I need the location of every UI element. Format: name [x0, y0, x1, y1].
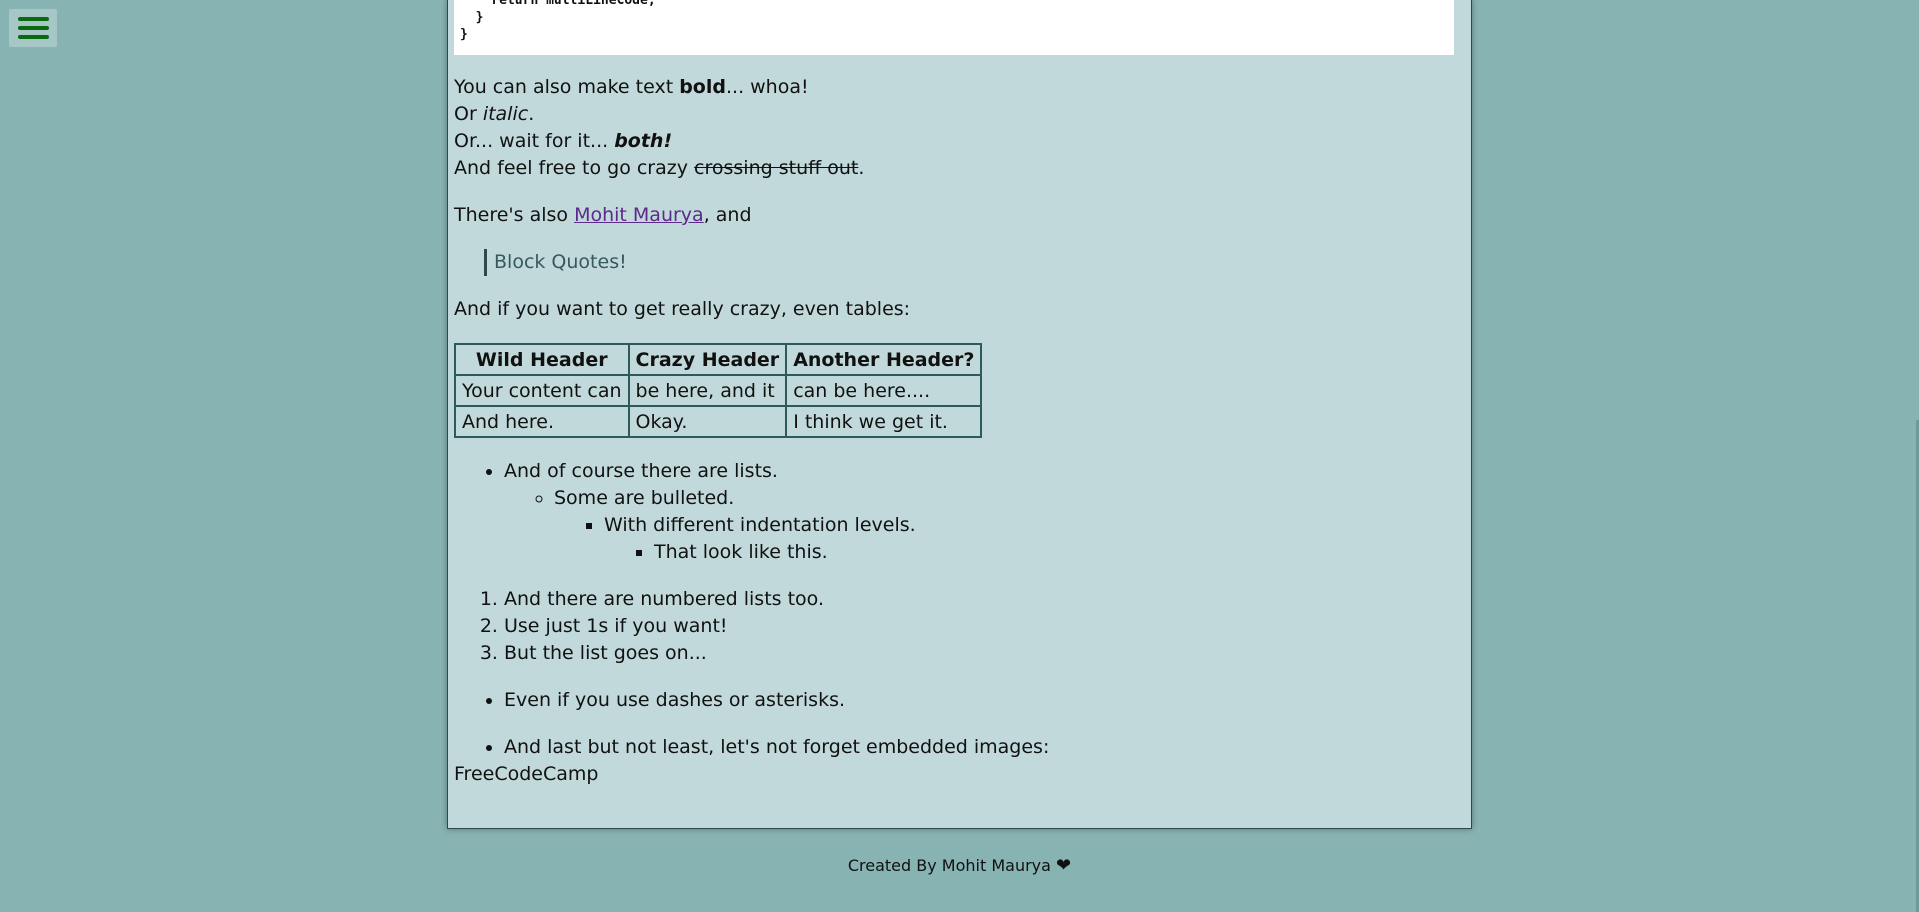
code-block: return multiLineCode; } } — [454, 0, 1454, 55]
numbered-list: And there are numbered lists too. Use ju… — [454, 586, 1454, 667]
hamburger-menu-icon[interactable] — [9, 9, 57, 47]
table-cell: can be here.... — [785, 374, 983, 407]
table-cell: Okay. — [627, 405, 788, 438]
image-list: And last but not least, let's not forget… — [454, 734, 1454, 761]
table-row: And here. Okay. I think we get it. — [454, 405, 983, 438]
dash-list: Even if you use dashes or asterisks. — [454, 687, 1454, 714]
list-item: Use just 1s if you want! — [504, 613, 1454, 640]
link-line: There's also Mohit Maurya, and — [454, 204, 752, 226]
nested-list: Some are bulleted. With different indent… — [504, 485, 1454, 566]
table-header-row: Wild Header Crazy Header Another Header? — [454, 343, 983, 376]
table-row: Your content can be here, and it can be … — [454, 374, 983, 407]
menu-bar — [18, 35, 49, 39]
author-link[interactable]: Mohit Maurya — [574, 204, 704, 226]
list-item: And there are numbered lists too. — [504, 586, 1454, 613]
list-item: And last but not least, let's not forget… — [504, 734, 1454, 761]
table-header: Wild Header — [454, 343, 630, 376]
bold-italic-line: Or... wait for it... both! — [454, 130, 673, 152]
bulleted-list: And of course there are lists. Some are … — [454, 458, 1454, 566]
code-text: return multiLineCode; } } — [460, 0, 656, 42]
list-item: With different indentation levels. That … — [604, 512, 1454, 566]
italic-line: Or italic. — [454, 103, 535, 125]
nested-list: With different indentation levels. That … — [554, 512, 1454, 566]
image-alt-text: FreeCodeCamp — [454, 763, 599, 785]
block-quote: Block Quotes! — [484, 249, 1454, 276]
markdown-table: Wild Header Crazy Header Another Header?… — [454, 343, 983, 438]
strikethrough-line: And feel free to go crazy crossing stuff… — [454, 157, 865, 179]
list-item: And of course there are lists. Some are … — [504, 458, 1454, 566]
table-cell: Your content can — [454, 374, 630, 407]
list-item: Even if you use dashes or asterisks. — [504, 687, 1454, 714]
list-item: That look like this. — [654, 539, 1454, 566]
list-item: Some are bulleted. With different indent… — [554, 485, 1454, 566]
menu-bar — [18, 26, 49, 30]
nested-list: That look like this. — [604, 539, 1454, 566]
heart-icon: ❤ — [1056, 855, 1072, 876]
menu-bar — [18, 17, 49, 21]
table-cell: And here. — [454, 405, 630, 438]
list-item: But the list goes on... — [504, 640, 1454, 667]
tables-line: And if you want to get really crazy, eve… — [454, 298, 911, 320]
footer-text: Created By Mohit Maurya — [847, 856, 1057, 875]
preview-content: You can also make text bold... whoa! Or … — [454, 74, 1454, 788]
bold-line: You can also make text bold... whoa! — [454, 76, 809, 98]
page-footer: Created By Mohit Maurya ❤ — [0, 855, 1919, 876]
table-header: Crazy Header — [627, 343, 788, 376]
table-header: Another Header? — [785, 343, 983, 376]
table-cell: I think we get it. — [785, 405, 983, 438]
markdown-preview: return multiLineCode; } } You can also m… — [447, 0, 1472, 829]
table-cell: be here, and it — [627, 374, 788, 407]
